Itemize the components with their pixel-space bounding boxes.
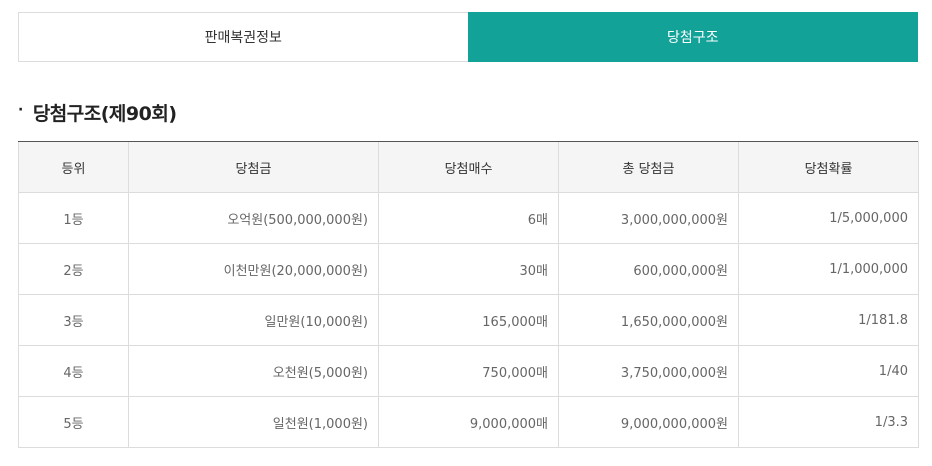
tab-prize-structure[interactable]: 당첨구조 <box>467 12 918 62</box>
cell-winning-tickets: 9,000,000매 <box>378 396 559 448</box>
header-winning-tickets: 당첨매수 <box>378 141 559 193</box>
cell-prize: 오억원(500,000,000원) <box>128 192 379 244</box>
section-title: · 당첨구조(제90회) <box>18 98 177 126</box>
cell-winning-tickets: 6매 <box>378 192 559 244</box>
header-rank: 등위 <box>18 141 129 193</box>
header-total-prize: 총 당첨금 <box>558 141 739 193</box>
cell-rank: 1등 <box>18 192 129 244</box>
cell-rank: 2등 <box>18 243 129 295</box>
table-row: 5등 일천원(1,000원) 9,000,000매 9,000,000,000원… <box>18 396 919 448</box>
header-prize: 당첨금 <box>128 141 379 193</box>
cell-winning-tickets: 165,000매 <box>378 294 559 346</box>
prize-structure-table: 등위 당첨금 당첨매수 총 당첨금 당첨확률 1등 오억원(500,000,00… <box>18 141 919 448</box>
cell-probability: 1/3.3 <box>738 396 919 448</box>
cell-total-prize: 3,000,000,000원 <box>558 192 739 244</box>
table-row: 1등 오억원(500,000,000원) 6매 3,000,000,000원 1… <box>18 192 919 244</box>
cell-prize: 일만원(10,000원) <box>128 294 379 346</box>
cell-winning-tickets: 750,000매 <box>378 345 559 397</box>
cell-winning-tickets: 30매 <box>378 243 559 295</box>
cell-total-prize: 1,650,000,000원 <box>558 294 739 346</box>
cell-probability: 1/5,000,000 <box>738 192 919 244</box>
table-header-row: 등위 당첨금 당첨매수 총 당첨금 당첨확률 <box>18 141 919 193</box>
cell-probability: 1/181.8 <box>738 294 919 346</box>
cell-probability: 1/40 <box>738 345 919 397</box>
section-title-text: 당첨구조(제90회) <box>32 102 177 125</box>
cell-rank: 5등 <box>18 396 129 448</box>
table-row: 3등 일만원(10,000원) 165,000매 1,650,000,000원 … <box>18 294 919 346</box>
cell-total-prize: 3,750,000,000원 <box>558 345 739 397</box>
cell-prize: 일천원(1,000원) <box>128 396 379 448</box>
tab-sales-lottery-info[interactable]: 판매복권정보 <box>18 12 468 62</box>
cell-total-prize: 600,000,000원 <box>558 243 739 295</box>
cell-probability: 1/1,000,000 <box>738 243 919 295</box>
table-row: 4등 오천원(5,000원) 750,000매 3,750,000,000원 1… <box>18 345 919 397</box>
header-probability: 당첨확률 <box>738 141 919 193</box>
table-row: 2등 이천만원(20,000,000원) 30매 600,000,000원 1/… <box>18 243 919 295</box>
cell-rank: 3등 <box>18 294 129 346</box>
cell-prize: 오천원(5,000원) <box>128 345 379 397</box>
cell-rank: 4등 <box>18 345 129 397</box>
tab-bar: 판매복권정보 당첨구조 <box>18 12 918 62</box>
bullet-icon: · <box>18 102 23 118</box>
cell-prize: 이천만원(20,000,000원) <box>128 243 379 295</box>
cell-total-prize: 9,000,000,000원 <box>558 396 739 448</box>
